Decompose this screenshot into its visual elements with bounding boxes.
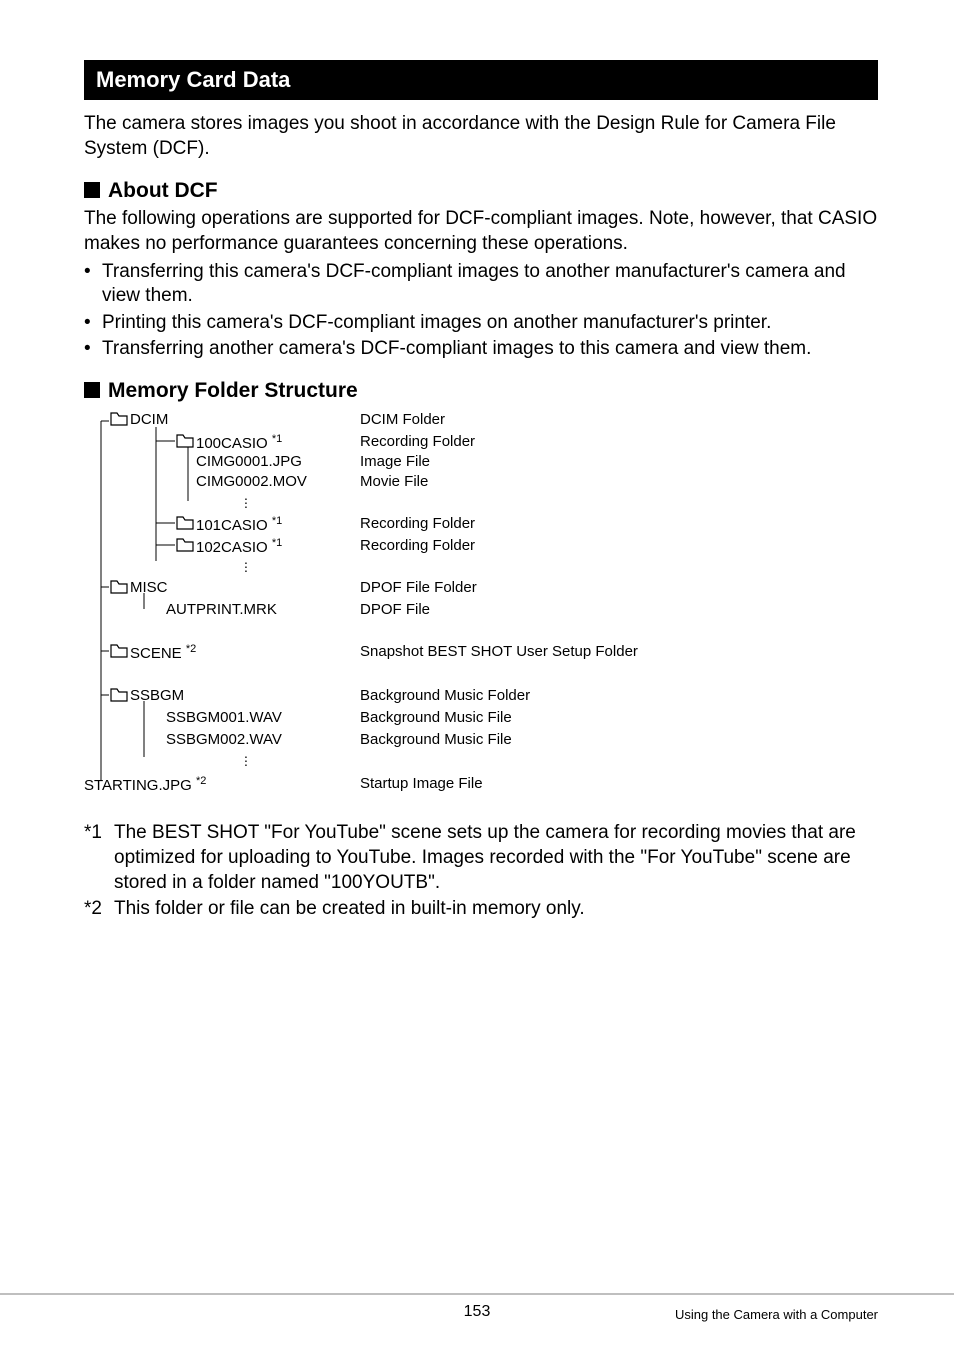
footer-section-label: Using the Camera with a Computer — [675, 1307, 878, 1322]
folder-icon — [176, 434, 194, 448]
footnote-list: *1 The BEST SHOT "For YouTube" scene set… — [84, 821, 878, 922]
folder-icon — [110, 412, 128, 426]
square-bullet-icon — [84, 182, 100, 198]
tree-node-description: Recording Folder — [360, 433, 475, 450]
tree-node-description: DPOF File — [360, 601, 430, 618]
bullet-dot-icon: • — [84, 337, 102, 361]
tree-node-name: STARTING.JPG *2 — [84, 775, 206, 794]
bullet-dot-icon: • — [84, 260, 102, 309]
tree-node-description: Background Music Folder — [360, 687, 530, 704]
footnote: *2 This folder or file can be created in… — [84, 897, 878, 922]
tree-node-description: Startup Image File — [360, 775, 483, 792]
tree-node-description: DCIM Folder — [360, 411, 445, 428]
tree-node-name: MISC — [130, 579, 168, 596]
folder-icon — [176, 538, 194, 552]
square-bullet-icon — [84, 382, 100, 398]
tree-node-description: Recording Folder — [360, 515, 475, 532]
bullet-dot-icon: • — [84, 311, 102, 335]
tree-node-description: DPOF File Folder — [360, 579, 477, 596]
list-item: • Printing this camera's DCF-compliant i… — [84, 311, 878, 335]
subhead-text: About DCF — [108, 179, 218, 202]
tree-node-name: SCENE *2 — [130, 643, 196, 662]
intro-paragraph: The camera stores images you shoot in ac… — [84, 112, 878, 161]
tree-node-name: SSBGM001.WAV — [166, 709, 282, 726]
footnote-mark: *2 — [84, 897, 114, 922]
section-title: Memory Card Data — [96, 67, 290, 92]
list-item-text: Transferring this camera's DCF-compliant… — [102, 260, 878, 309]
vertical-dots-icon: ... — [244, 557, 248, 569]
subhead-about-dcf: About DCF — [84, 179, 878, 203]
folder-icon — [110, 688, 128, 702]
list-item-text: Printing this camera's DCF-compliant ima… — [102, 311, 771, 335]
tree-node-description: Recording Folder — [360, 537, 475, 554]
subhead-text: Memory Folder Structure — [108, 379, 358, 402]
tree-node-description: Snapshot BEST SHOT User Setup Folder — [360, 643, 638, 660]
subhead-folder-structure: Memory Folder Structure — [84, 379, 878, 403]
folder-tree-diagram: DCIM DCIM Folder 100CASIO *1 Recording Fold… — [84, 411, 878, 815]
vertical-dots-icon: ... — [244, 493, 248, 505]
dcf-bullet-list: • Transferring this camera's DCF-complia… — [84, 260, 878, 361]
list-item: • Transferring this camera's DCF-complia… — [84, 260, 878, 309]
footnote-text: The BEST SHOT "For YouTube" scene sets u… — [114, 821, 878, 895]
footnote-mark: *1 — [84, 821, 114, 895]
subhead-lead: The following operations are supported f… — [84, 207, 878, 256]
footnote: *1 The BEST SHOT "For YouTube" scene set… — [84, 821, 878, 895]
section-header: Memory Card Data — [84, 60, 878, 100]
tree-node-name: AUTPRINT.MRK — [166, 601, 277, 618]
tree-node-name: SSBGM — [130, 687, 184, 704]
folder-icon — [176, 516, 194, 530]
tree-node-description: Image File — [360, 453, 430, 470]
list-item-text: Transferring another camera's DCF-compli… — [102, 337, 811, 361]
tree-node-description: Background Music File — [360, 709, 512, 726]
tree-node-name: CIMG0002.MOV — [196, 473, 307, 490]
folder-icon — [110, 644, 128, 658]
list-item: • Transferring another camera's DCF-comp… — [84, 337, 878, 361]
footnote-text: This folder or file can be created in bu… — [114, 897, 585, 922]
tree-node-name: SSBGM002.WAV — [166, 731, 282, 748]
tree-node-description: Background Music File — [360, 731, 512, 748]
tree-node-name: DCIM — [130, 411, 168, 428]
folder-icon — [110, 580, 128, 594]
tree-node-name: 100CASIO *1 — [196, 433, 282, 452]
tree-node-description: Movie File — [360, 473, 428, 490]
vertical-dots-icon: ... — [244, 751, 248, 763]
tree-node-name: 101CASIO *1 — [196, 515, 282, 534]
tree-node-name: 102CASIO *1 — [196, 537, 282, 556]
page-footer: 153 Using the Camera with a Computer — [0, 1293, 954, 1321]
tree-node-name: CIMG0001.JPG — [196, 453, 302, 470]
